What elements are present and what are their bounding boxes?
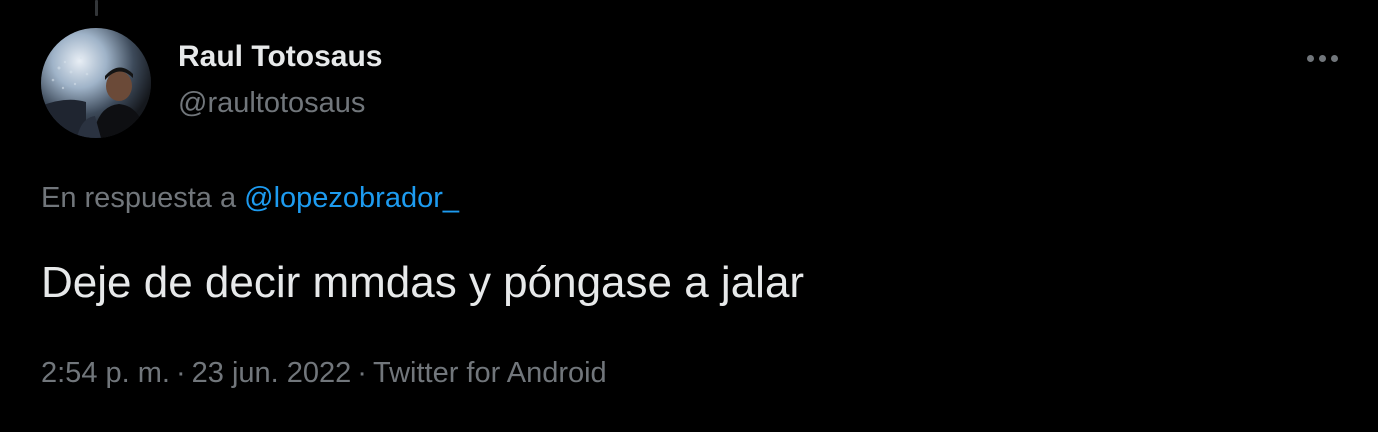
author-handle[interactable]: @raultotosaus bbox=[178, 86, 365, 120]
more-horizontal-icon bbox=[1306, 54, 1314, 62]
separator-dot: · bbox=[357, 357, 367, 389]
reply-prefix: En respuesta a bbox=[41, 182, 237, 214]
reply-context: En respuesta a @lopezobrador_ bbox=[41, 180, 459, 216]
more-horizontal-icon bbox=[1318, 54, 1326, 62]
author-display-name[interactable]: Raul Totosaus bbox=[178, 40, 382, 74]
tweet-time-link[interactable]: 2:54 p. m. bbox=[41, 357, 170, 389]
avatar-photo bbox=[41, 28, 151, 138]
reply-to-mention-link[interactable]: @lopezobrador_ bbox=[244, 182, 459, 214]
separator-dot: · bbox=[175, 357, 186, 389]
more-options-button[interactable] bbox=[1298, 40, 1346, 76]
tweet-text: Deje de decir mmdas y póngase a jalar bbox=[41, 258, 805, 307]
more-horizontal-icon bbox=[1330, 54, 1338, 62]
thread-connector-line bbox=[95, 0, 98, 16]
avatar[interactable] bbox=[41, 28, 151, 138]
tweet-date-link[interactable]: 23 jun. 2022 bbox=[192, 357, 352, 389]
tweet-source-link[interactable]: Twitter for Android bbox=[373, 357, 607, 389]
tweet-metadata: 2:54 p. m. · 23 jun. 2022 · Twitter for Andr… bbox=[41, 355, 607, 391]
